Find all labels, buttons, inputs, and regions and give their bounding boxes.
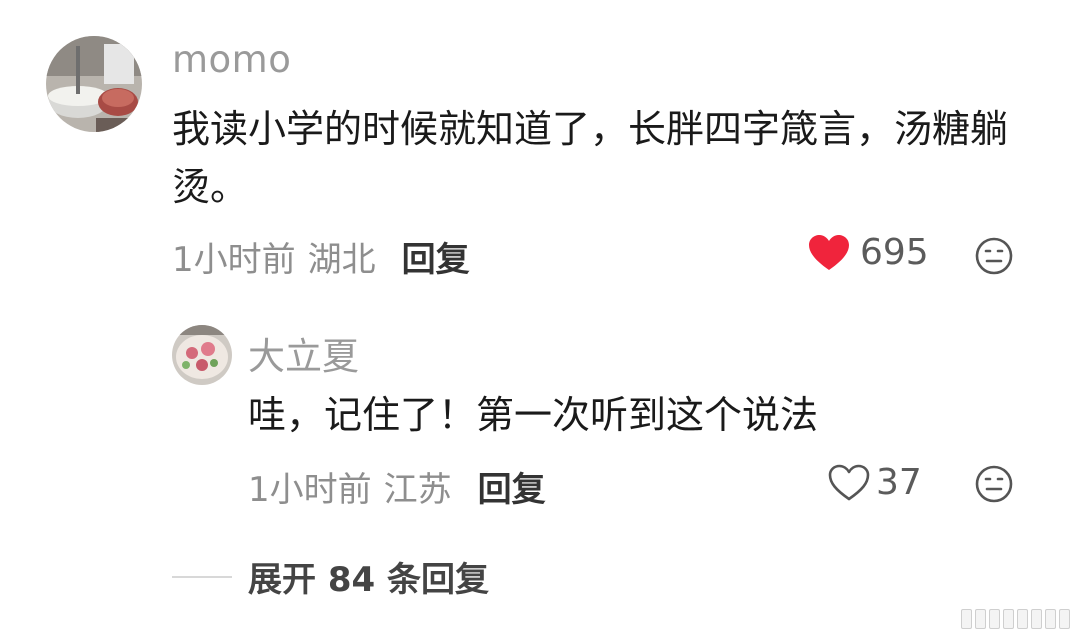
like-count: 37 <box>876 462 922 503</box>
avatar-image <box>46 36 142 132</box>
avatar-image <box>172 325 232 385</box>
user-avatar-dalixia[interactable] <box>172 325 232 385</box>
watermark-block <box>1017 609 1028 629</box>
username[interactable]: 大立夏 <box>248 326 359 380</box>
watermark-block <box>989 609 1000 629</box>
watermark-block <box>1003 609 1014 629</box>
comment-text: 我读小学的时候就知道了，长胖四字箴言，汤糖躺烫。 <box>172 107 1009 209</box>
emoji-reaction-button[interactable] <box>974 236 1014 280</box>
reply-location: 江苏 <box>383 470 452 510</box>
comment-meta: 1小时前 湖北 回复 <box>172 232 470 281</box>
watermark <box>961 609 1070 629</box>
user-avatar-momo[interactable] <box>46 36 142 132</box>
like-button[interactable]: 37 <box>828 462 922 503</box>
emoji-reaction-button[interactable] <box>974 464 1014 508</box>
expand-replies[interactable]: 展开 84 条回复 <box>172 552 489 601</box>
username[interactable]: momo <box>172 38 291 81</box>
comment-time: 1小时前 <box>172 240 296 280</box>
watermark-block <box>1031 609 1042 629</box>
expand-replies-label[interactable]: 展开 84 条回复 <box>248 552 489 601</box>
reply-text: 哇，记住了！第一次听到这个说法 <box>248 393 819 437</box>
watermark-block <box>1059 609 1070 629</box>
divider-line <box>172 575 232 578</box>
reply-time: 1小时前 <box>248 470 372 510</box>
watermark-block <box>975 609 986 629</box>
neutral-face-icon <box>975 465 1013 503</box>
like-button[interactable]: 695 <box>808 232 929 273</box>
neutral-face-icon <box>975 237 1013 275</box>
watermark-block <box>1045 609 1056 629</box>
comment-location: 湖北 <box>307 240 376 280</box>
reply-button[interactable]: 回复 <box>402 232 470 281</box>
watermark-block <box>961 609 972 629</box>
heart-outline-icon <box>828 464 870 500</box>
reply-meta: 1小时前 江苏 回复 <box>248 462 546 511</box>
like-count: 695 <box>860 232 929 273</box>
heart-filled-icon <box>809 234 849 270</box>
reply-button[interactable]: 回复 <box>478 462 546 511</box>
comment-thread: momo 我读小学的时候就知道了，长胖四字箴言，汤糖躺烫。 1小时前 湖北 回复… <box>0 0 1080 639</box>
